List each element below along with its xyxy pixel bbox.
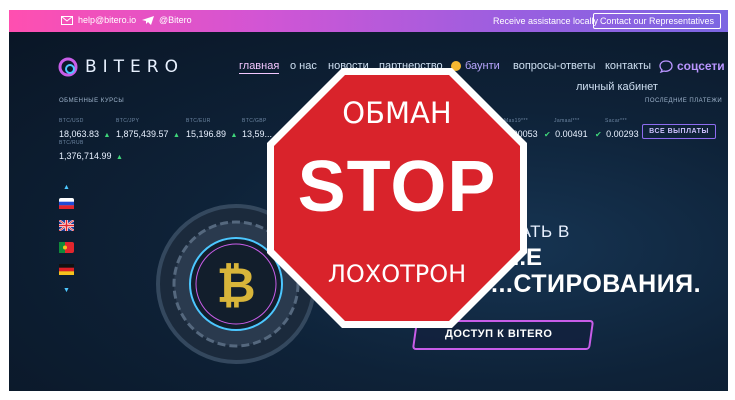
browser-viewport: help@bitero.io @Bitero Receive assistanc… <box>9 10 728 391</box>
rate-item: BTC/USD 18,063.83 ▲ <box>59 118 110 142</box>
chevron-down-icon[interactable]: ▼ <box>63 287 70 294</box>
up-arrow-icon: ▲ <box>116 154 123 161</box>
check-icon: ✔ <box>544 130 551 139</box>
rate-item: BTC/EUR 15,196.89 ▲ <box>186 118 237 142</box>
up-arrow-icon: ▲ <box>230 132 238 139</box>
payment-value: 0.00491 <box>555 129 588 139</box>
rate-value: 15,196.89 <box>186 129 227 139</box>
top-info-bar: help@bitero.io @Bitero Receive assistanc… <box>9 10 728 32</box>
rate-value: 1,875,439.57 <box>116 129 169 139</box>
stop-sign-main-text: STOP <box>297 147 497 227</box>
rate-value: 1,376,714.99 <box>59 151 112 161</box>
stop-sign-top-text: ОБМАН <box>342 96 452 130</box>
rate-item: BTC/RUB 1,376,714.99 ▲ <box>59 140 123 164</box>
stop-sign-bottom-text: ЛОХОТРОН <box>327 260 467 288</box>
email-text: help@bitero.io <box>78 15 137 25</box>
flag-ru-icon[interactable] <box>59 198 74 209</box>
chevron-up-icon[interactable]: ▲ <box>63 184 70 191</box>
flag-pt-icon[interactable] <box>59 242 74 253</box>
payment-item: Sacar*** ✔ 0.00293 <box>595 118 639 142</box>
check-icon: ✔ <box>595 130 602 139</box>
flag-de-icon[interactable] <box>59 264 74 275</box>
assistance-text: Receive assistance locally <box>492 16 598 26</box>
logo-text: BITERO <box>85 57 184 77</box>
telegram-text: @Bitero <box>159 15 192 25</box>
email-link[interactable]: help@bitero.io <box>61 15 136 25</box>
logo-ring-icon <box>58 57 78 77</box>
contact-representatives-button[interactable]: Contact our Representatives <box>592 13 721 29</box>
flag-uk-icon[interactable] <box>59 220 74 231</box>
chat-bubble-icon <box>659 59 673 73</box>
payments-heading: ПОСЛЕДНИЕ ПЛАТЕЖИ <box>645 98 723 104</box>
social-link[interactable]: соцсети <box>659 59 725 73</box>
all-payouts-button[interactable]: ВСЕ ВЫПЛАТЫ <box>642 124 716 139</box>
svg-text:₿: ₿ <box>216 258 255 314</box>
logo[interactable]: BITERO <box>57 56 184 78</box>
rates-heading: ОБМЕННЫЕ КУРСЫ <box>59 98 125 104</box>
mail-icon <box>61 15 73 25</box>
nav-cabinet[interactable]: личный кабинет <box>576 81 658 93</box>
payment-value: 0.00293 <box>606 129 639 139</box>
telegram-icon <box>142 15 154 25</box>
social-label: соцсети <box>677 59 725 73</box>
telegram-link[interactable]: @Bitero <box>142 15 192 25</box>
nav-contacts[interactable]: контакты <box>605 60 651 72</box>
rate-item: BTC/JPY 1,875,439.57 ▲ <box>116 118 180 142</box>
up-arrow-icon: ▲ <box>173 132 180 139</box>
payment-item: Jamaal*** ✔ 0.00491 <box>544 118 588 142</box>
rate-value: 18,063.83 <box>59 129 100 139</box>
up-arrow-icon: ▲ <box>103 132 111 139</box>
